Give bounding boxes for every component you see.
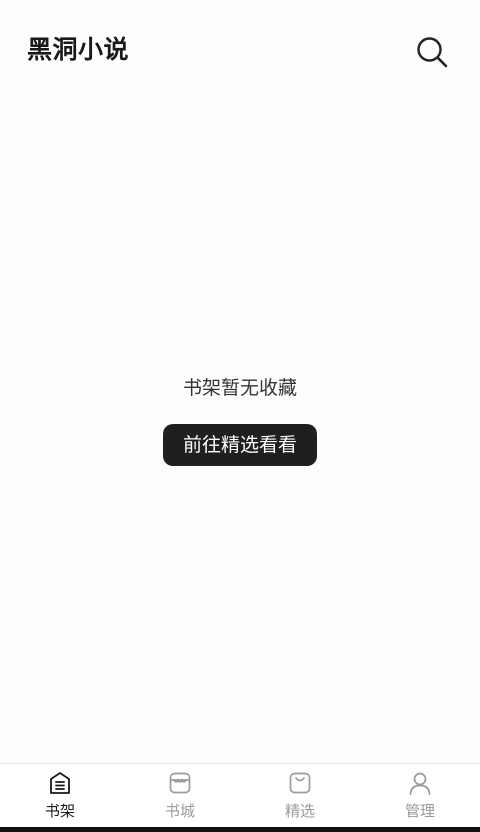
tab-bookshelf[interactable]: 书架	[0, 764, 120, 828]
tab-label: 书城	[164, 802, 195, 820]
tab-manage[interactable]: 管理	[360, 764, 480, 828]
system-bottom-bar	[0, 827, 480, 832]
app-title: 黑洞小说	[27, 35, 130, 64]
search-button[interactable]	[410, 30, 454, 74]
header: 黑洞小说	[0, 0, 480, 100]
search-icon	[417, 37, 448, 68]
bottom-tab-bar: 书架 书城 精选 管理	[0, 763, 480, 828]
bookstore-icon	[169, 772, 191, 794]
goto-featured-button[interactable]: 前往精选看看	[163, 424, 317, 466]
app-screen: 黑洞小说 书架暂无收藏 前往精选看看 书架 书城 精选 管理	[0, 0, 480, 832]
empty-state: 书架暂无收藏 前往精选看看	[0, 372, 480, 466]
tab-label: 管理	[404, 802, 435, 820]
featured-bag-icon	[289, 772, 311, 794]
tab-label: 书架	[44, 802, 75, 820]
tab-label: 精选	[284, 802, 315, 820]
tab-bookstore[interactable]: 书城	[120, 764, 240, 828]
tab-featured[interactable]: 精选	[240, 764, 360, 828]
bookshelf-icon	[50, 772, 70, 794]
empty-message: 书架暂无收藏	[182, 377, 297, 399]
user-icon	[409, 772, 431, 795]
